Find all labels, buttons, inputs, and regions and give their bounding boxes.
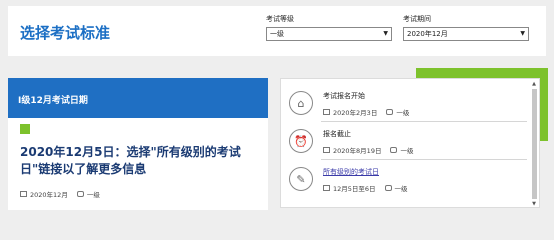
timeline-item-date: 2020年8月19日 [333,147,382,155]
exam-date-headline[interactable]: 2020年12月5日：选择"所有级别的考试日"链接以了解更多信息 [20,144,262,178]
exam-level-select[interactable]: 一级 ▼ [266,27,392,41]
timeline-item: ⌂ 考试报名开始 2020年2月3日 一级 [289,87,529,125]
timeline-item-level: 一级 [396,109,410,117]
scroll-down-icon[interactable]: ▼ [531,201,537,207]
timeline-item-title: 报名截止 [323,130,351,138]
calendar-icon [323,185,330,191]
timeline-item-meta: 12月5日至6日 一级 [323,183,408,193]
exam-date-card-heading: I级12月考试日期 [8,78,268,118]
divider [321,121,527,122]
page-title: 选择考试标准 [20,24,111,42]
calendar-icon [323,109,330,115]
timeline-item-date: 2020年2月3日 [333,109,378,117]
comment-icon [390,147,398,153]
exam-period-select[interactable]: 2020年12月 ▼ [403,27,529,41]
timeline-item: ⏰ 报名截止 2020年8月19日 一级 [289,125,529,163]
exam-date-meta: 2020年12月 一级 [20,189,100,199]
exam-period-label: 考试期间 [403,15,431,23]
timeline-item-title-link[interactable]: 所有级别的考试日 [323,167,379,177]
calendar-icon [20,191,27,197]
pencil-edit-icon: ✎ [289,167,313,191]
timeline-item-meta: 2020年8月19日 一级 [323,145,413,155]
timeline-item: ✎ 所有级别的考试日 12月5日至6日 一级 [289,163,529,201]
timeline-item-level: 一级 [394,185,408,193]
timeline-scrollbar[interactable]: ▲ ▼ [531,81,537,207]
exam-date-month: 2020年12月 [30,191,68,199]
timeline-item-title: 考试报名开始 [323,92,365,100]
chevron-down-icon: ▼ [383,30,388,37]
calendar-icon [323,147,330,153]
scroll-up-icon[interactable]: ▲ [531,81,537,87]
tag-icon: ⌂ [289,91,313,115]
timeline-item-date: 12月5日至6日 [333,185,376,193]
exam-period-value: 2020年12月 [407,30,448,38]
alarm-clock-icon: ⏰ [289,129,313,153]
timeline-item-meta: 2020年2月3日 一级 [323,107,409,117]
exam-date-card: I级12月考试日期 2020年12月5日：选择"所有级别的考试日"链接以了解更多… [8,78,268,210]
chevron-down-icon: ▼ [520,30,525,37]
comment-icon [386,109,394,115]
scrollbar-thumb[interactable] [531,89,537,199]
exam-period-field: 考试期间 2020年12月 ▼ [403,14,529,41]
timeline-item-level: 一级 [400,147,414,155]
exam-level-label: 考试等级 [266,15,294,23]
comment-icon [76,191,84,197]
criteria-bar: 选择考试标准 考试等级 一级 ▼ 考试期间 2020年12月 ▼ [8,6,546,56]
exam-level-field: 考试等级 一级 ▼ [266,14,392,41]
green-marker [20,124,30,134]
timeline-panel: ⌂ 考试报名开始 2020年2月3日 一级 ⏰ 报名截止 2020年8月19日 … [280,78,540,208]
comment-icon [384,185,392,191]
exam-date-level: 一级 [86,191,100,199]
divider [321,159,527,160]
exam-level-value: 一级 [270,30,284,38]
